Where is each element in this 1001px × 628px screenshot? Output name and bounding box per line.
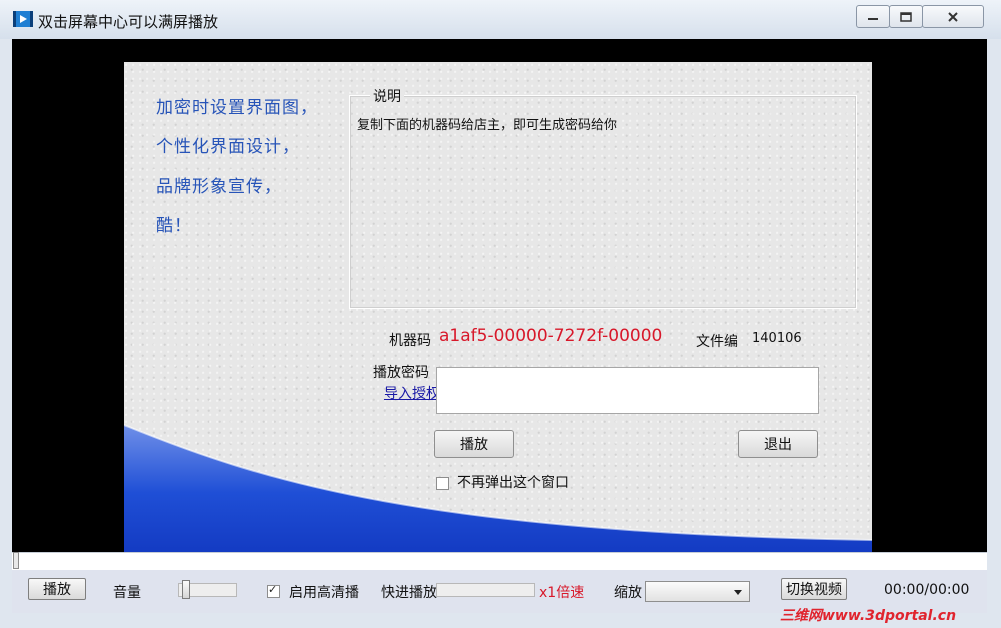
panel-play-label: 播放 — [460, 437, 488, 453]
seek-thumb[interactable] — [13, 552, 19, 569]
no-popup-checkbox[interactable] — [436, 477, 449, 490]
file-number-label: 文件编 — [696, 334, 738, 350]
machine-code-label: 机器码 — [389, 333, 431, 349]
zoom-label: 缩放 — [614, 585, 642, 601]
check-mark-icon: ✓ — [268, 583, 278, 596]
speed-slider[interactable] — [436, 583, 535, 597]
maximize-icon — [900, 11, 912, 22]
site-watermark: 三维网www.3dportal.cn — [780, 608, 957, 624]
window-border-right — [987, 39, 1001, 628]
fast-forward-label: 快进播放 — [381, 585, 437, 601]
time-display: 00:00/00:00 — [884, 582, 970, 598]
switch-video-button[interactable]: 切换视频 — [781, 578, 847, 600]
machine-code-value[interactable]: a1af5-00000-7272f-00000 — [439, 326, 662, 346]
volume-thumb[interactable] — [182, 580, 190, 599]
speed-value: x1倍速 — [539, 585, 585, 601]
close-button[interactable] — [922, 5, 984, 28]
minimize-icon — [868, 17, 878, 20]
instructions-text: 复制下面的机器码给店主，即可生成密码给你 — [357, 118, 618, 133]
password-label: 播放密码 — [373, 365, 429, 381]
video-display[interactable]: 加密时设置界面图， 个性化界面设计， 品牌形象宣传， 酷！ 说明 复制下面的机器… — [12, 39, 987, 561]
player-window: 双击屏幕中心可以满屏播放 加密时设置界面图， 个性化界面设计， 品牌形象宣传， … — [0, 0, 1001, 628]
seek-bar[interactable] — [12, 552, 987, 571]
chevron-down-icon — [734, 590, 742, 595]
exit-label: 退出 — [764, 437, 792, 453]
hd-checkbox[interactable]: ✓ — [267, 583, 280, 598]
maximize-button[interactable] — [889, 5, 923, 28]
exit-button[interactable]: 退出 — [738, 430, 818, 458]
hd-label: 启用高清播 — [289, 585, 359, 601]
zoom-dropdown[interactable] — [645, 581, 750, 602]
file-number-value: 140106 — [752, 331, 802, 346]
slogan-line-1: 加密时设置界面图， — [156, 98, 318, 118]
play-button[interactable]: 播放 — [28, 578, 86, 600]
minimize-button[interactable] — [856, 5, 890, 28]
play-button-label: 播放 — [43, 582, 71, 598]
slogan-line-3: 品牌形象宣传， — [156, 177, 282, 197]
import-license-link[interactable]: 导入授权 — [384, 383, 440, 403]
slogan-line-2: 个性化界面设计， — [156, 137, 300, 157]
video-player-icon — [13, 11, 33, 27]
volume-label: 音量 — [113, 585, 141, 601]
slogan-line-4: 酷！ — [156, 216, 192, 236]
switch-video-label: 切换视频 — [786, 582, 842, 598]
close-icon — [948, 11, 958, 22]
window-title: 双击屏幕中心可以满屏播放 — [38, 13, 219, 31]
no-popup-label: 不再弹出这个窗口 — [457, 475, 569, 491]
title-bar[interactable]: 双击屏幕中心可以满屏播放 — [0, 0, 1001, 39]
license-panel: 加密时设置界面图， 个性化界面设计， 品牌形象宣传， 酷！ 说明 复制下面的机器… — [124, 62, 872, 561]
password-input[interactable] — [436, 367, 819, 414]
panel-play-button[interactable]: 播放 — [434, 430, 514, 458]
group-title: 说明 — [370, 86, 404, 106]
